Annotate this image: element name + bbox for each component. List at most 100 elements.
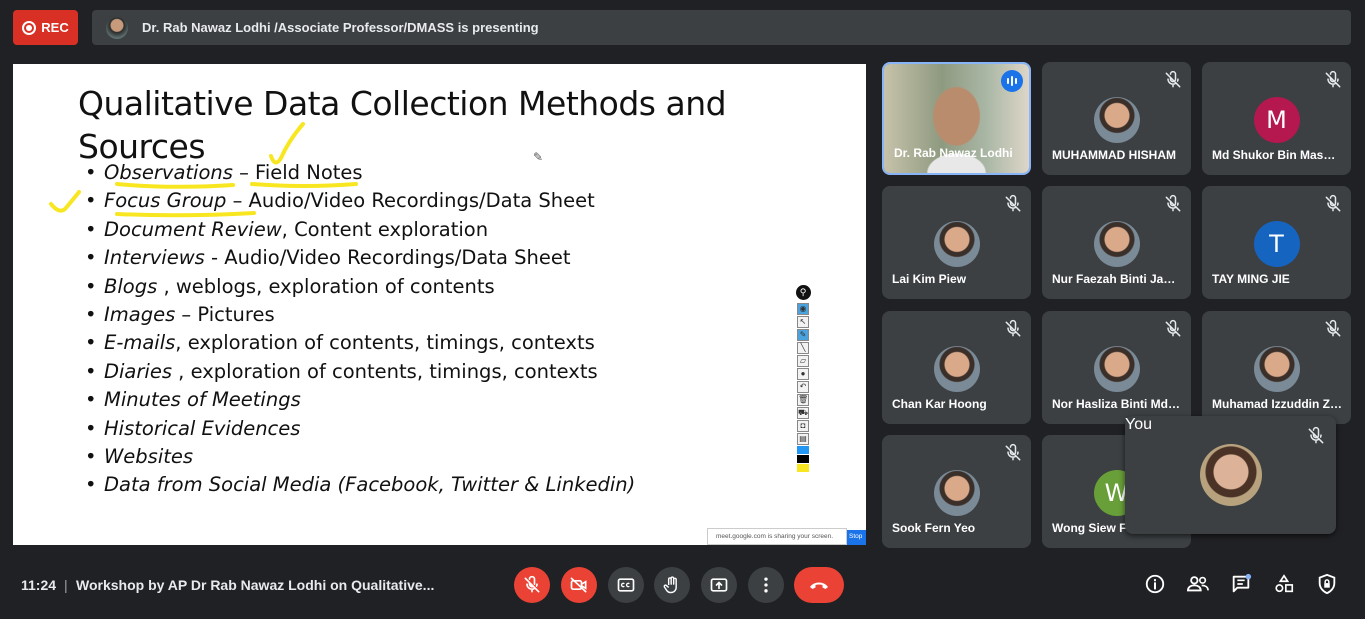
- mic-off-icon: [1163, 194, 1183, 214]
- dot-icon[interactable]: ●: [797, 368, 809, 380]
- slide-bullet: Images – Pictures: [85, 301, 635, 329]
- checkmark-annotation: [49, 190, 81, 213]
- mic-off-icon: [1323, 319, 1343, 339]
- meeting-title: Workshop by AP Dr Rab Nawaz Lodhi on Qua…: [76, 577, 435, 593]
- participant-tile[interactable]: M Md Shukor Bin Masuod: [1202, 62, 1351, 175]
- yellow-swatch[interactable]: [797, 464, 809, 472]
- chat-button[interactable]: [1228, 571, 1254, 597]
- activities-button[interactable]: [1271, 571, 1297, 597]
- bullet-term: Blogs: [104, 274, 158, 298]
- host-controls-button[interactable]: [1314, 571, 1340, 597]
- participant-tile[interactable]: Nur Faezah Binti Jamal: [1042, 186, 1191, 299]
- participant-avatar: [1093, 346, 1140, 392]
- undo-icon[interactable]: ↶: [797, 381, 809, 393]
- participant-name: Md Shukor Bin Masuod: [1212, 148, 1342, 162]
- more-options-button[interactable]: [748, 567, 784, 603]
- mic-off-icon: [524, 575, 540, 593]
- slide-bullet: Blogs , weblogs, exploration of contents: [85, 273, 635, 301]
- meeting-clock: 11:24: [21, 577, 57, 593]
- clipboard-icon[interactable]: ▤: [797, 433, 809, 445]
- participant-tile[interactable]: Lai Kim Piew: [882, 186, 1031, 299]
- captions-icon: [617, 578, 635, 592]
- bullet-term: Diaries: [104, 359, 172, 383]
- blue-swatch[interactable]: [797, 446, 809, 454]
- black-swatch[interactable]: [797, 455, 809, 463]
- participant-name: Muhamad Izzuddin Zainudin: [1212, 397, 1342, 411]
- participant-avatar: T: [1253, 221, 1300, 267]
- rec-label: REC: [41, 20, 69, 35]
- presenter-avatar: [106, 16, 128, 39]
- participant-avatar: M: [1253, 97, 1300, 143]
- participant-avatar: [933, 470, 980, 516]
- present-screen-button[interactable]: [701, 567, 737, 603]
- people-icon: [1186, 576, 1209, 592]
- trash-icon[interactable]: 🗑: [797, 394, 809, 406]
- mic-off-icon: [1323, 194, 1343, 214]
- participant-avatar: [933, 221, 980, 267]
- participant-tile[interactable]: Chan Kar Hoong: [882, 311, 1031, 424]
- participant-tile[interactable]: MUHAMMAD HISHAM: [1042, 62, 1191, 175]
- captions-button[interactable]: [608, 567, 644, 603]
- microphone-toggle-button[interactable]: [514, 567, 550, 603]
- participant-tile[interactable]: Nor Hasliza Binti Md Saad: [1042, 311, 1191, 424]
- mic-off-icon: [1163, 319, 1183, 339]
- leave-call-button[interactable]: [794, 567, 844, 603]
- mic-off-icon: [1163, 70, 1183, 90]
- stop-sharing-button[interactable]: Stop: [847, 530, 866, 545]
- more-vert-icon: [764, 577, 768, 593]
- separator: |: [64, 577, 68, 593]
- eye-icon[interactable]: ◉: [797, 303, 809, 315]
- bullet-term: Interviews: [104, 246, 205, 270]
- bullet-description: , weblogs, exploration of contents: [157, 274, 495, 298]
- bullet-description: – Pictures: [175, 302, 275, 326]
- camera-toggle-button[interactable]: [561, 567, 597, 603]
- pen-icon[interactable]: ✎: [797, 329, 809, 341]
- cart-icon[interactable]: ⛟: [797, 407, 809, 419]
- line-icon[interactable]: ╲: [797, 342, 809, 354]
- recording-button[interactable]: REC: [13, 10, 78, 45]
- bullet-description: , Content exploration: [281, 217, 489, 241]
- mic-off-icon: [1003, 194, 1023, 214]
- bullet-term: E-mails: [104, 331, 176, 355]
- camera-icon[interactable]: ◘: [797, 420, 809, 432]
- slide-bullet: Focus Group – Audio/Video Recordings/Dat…: [85, 187, 635, 215]
- participant-tile[interactable]: Sook Fern Yeo: [882, 435, 1031, 548]
- raise-hand-button[interactable]: [654, 567, 690, 603]
- record-icon: [22, 20, 37, 35]
- slide-bullet: Diaries , exploration of contents, timin…: [85, 358, 635, 386]
- bullet-term: Focus Group: [104, 189, 227, 213]
- participant-name: Sook Fern Yeo: [892, 521, 976, 535]
- bullet-term: Historical Evidences: [104, 416, 301, 440]
- slide-bullet: Websites: [85, 443, 635, 471]
- people-button[interactable]: [1185, 571, 1211, 597]
- self-view-tile[interactable]: You: [1125, 416, 1336, 534]
- pin-icon[interactable]: ⚲: [795, 285, 811, 300]
- info-icon: [1145, 574, 1165, 594]
- meeting-details-button[interactable]: [1142, 571, 1168, 597]
- hand-icon: [663, 576, 677, 594]
- pen-cursor-icon: ✎: [533, 150, 544, 164]
- participant-tile[interactable]: T TAY MING JIE: [1202, 186, 1351, 299]
- bullet-description: – Field Notes: [232, 161, 363, 184]
- self-avatar: [1199, 444, 1262, 506]
- mic-off-icon: [1323, 70, 1343, 90]
- annotation-toolbar: ⚲ ◉ ↖ ✎ ╲ ▱ ● ↶ 🗑 ⛟ ◘ ▤: [795, 285, 811, 479]
- bullet-description: - Audio/Video Recordings/Data Sheet: [204, 246, 571, 270]
- slide-bullet: Data from Social Media (Facebook, Twitte…: [85, 471, 635, 499]
- participant-tile[interactable]: Dr. Rab Nawaz Lodhi: [882, 62, 1031, 175]
- participant-name: TAY MING JIE: [1212, 272, 1290, 286]
- participant-avatar: [1093, 221, 1140, 267]
- eraser-icon[interactable]: ▱: [797, 355, 809, 367]
- bullet-term: Observations: [104, 161, 233, 184]
- activities-icon: [1275, 574, 1294, 593]
- bullet-term: Data from Social Media (Facebook, Twitte…: [104, 473, 636, 497]
- pointer-icon[interactable]: ↖: [797, 316, 809, 328]
- participant-avatar: [933, 346, 980, 392]
- participant-tile[interactable]: Muhamad Izzuddin Zainudin: [1202, 311, 1351, 424]
- bullet-term: Minutes of Meetings: [104, 388, 301, 412]
- mic-off-icon: [1003, 443, 1023, 463]
- slide-bullet: Historical Evidences: [85, 415, 635, 443]
- bullet-term: Images: [104, 302, 176, 326]
- participant-avatar: [1253, 346, 1300, 392]
- bullet-description: , exploration of contents, timings, cont…: [171, 359, 598, 383]
